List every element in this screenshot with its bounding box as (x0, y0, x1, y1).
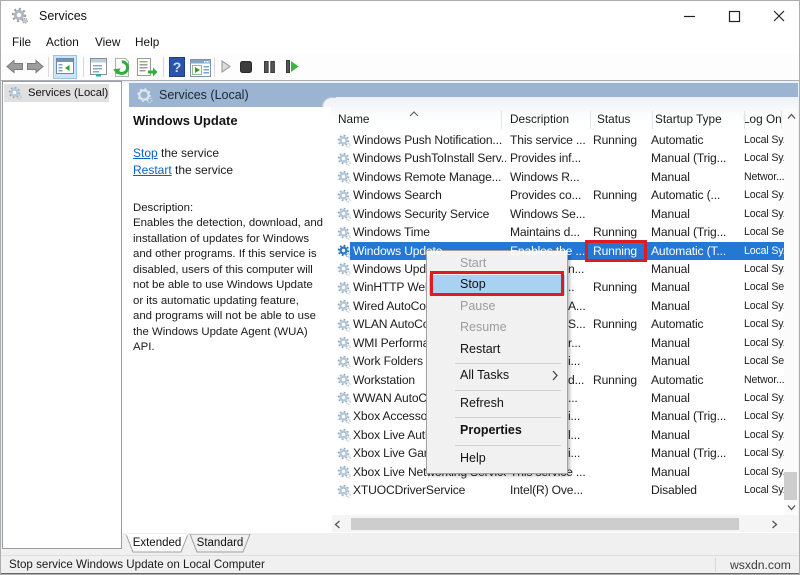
svg-text:?: ? (173, 59, 182, 75)
